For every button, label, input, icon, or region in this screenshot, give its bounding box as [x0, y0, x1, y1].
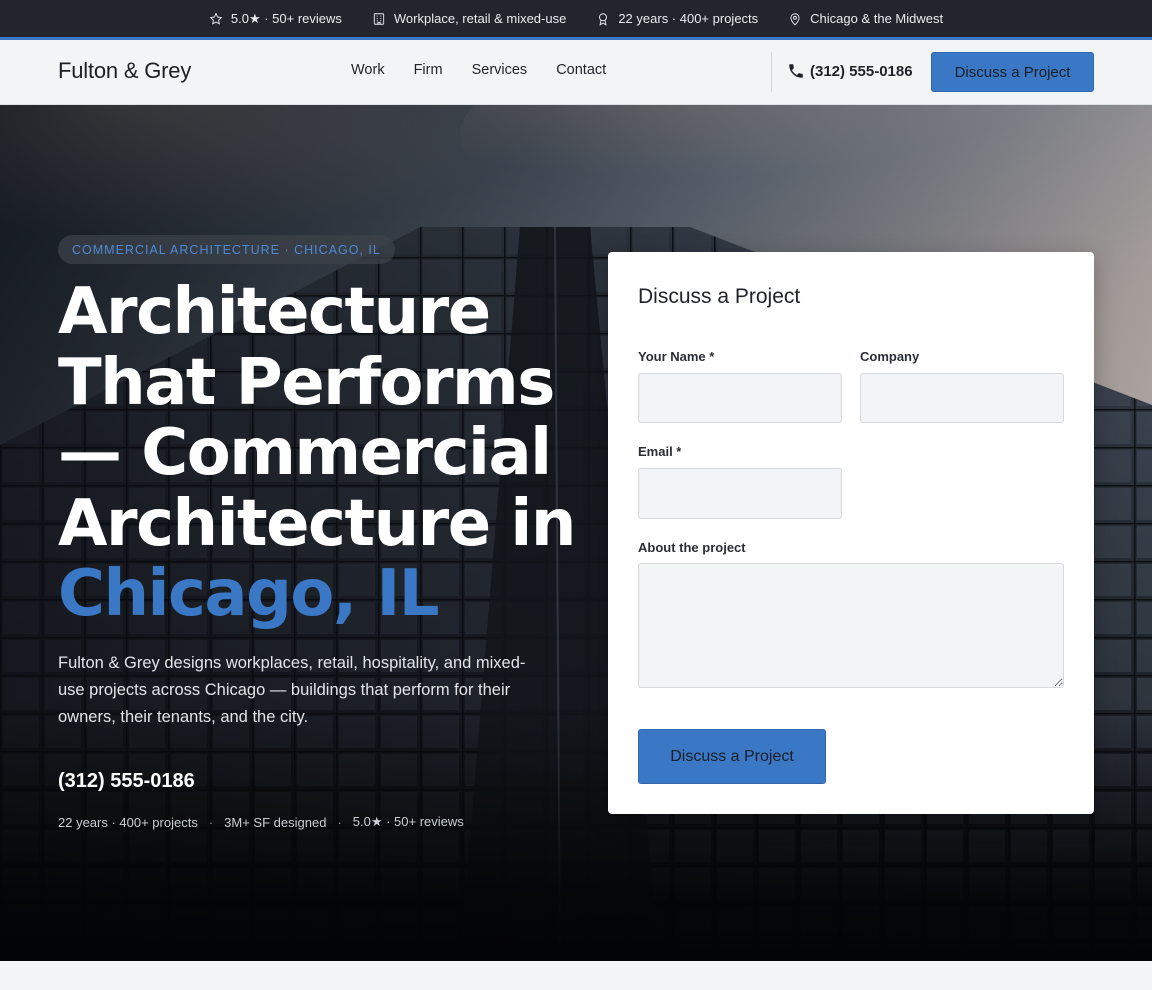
header-divider [771, 52, 772, 92]
nav-work[interactable]: Work [351, 62, 385, 78]
about-project-textarea[interactable] [638, 563, 1064, 688]
form-title: Discuss a Project [638, 285, 801, 308]
hero-eyebrow-badge: COMMERCIAL ARCHITECTURE · CHICAGO, IL [58, 235, 395, 264]
header-cta-button[interactable]: Discuss a Project [931, 52, 1094, 92]
star-icon [209, 12, 223, 25]
topbar-experience: 22 years · 400+ projects [596, 11, 758, 26]
about-project-label: About the project [638, 540, 746, 555]
topbar-location-text: Chicago & the Midwest [810, 11, 944, 26]
site-header: Fulton & Grey Work Firm Services Contact… [0, 40, 1152, 105]
name-label: Your Name * [638, 349, 715, 364]
nav-services[interactable]: Services [472, 62, 528, 78]
hero-headline: Architecture That Performs — Commercial … [58, 277, 618, 630]
main-nav: Work Firm Services Contact [351, 62, 635, 78]
form-submit-button[interactable]: Discuss a Project [638, 729, 826, 784]
hero-stat-square-footage: 3M+ SF designed [224, 814, 327, 830]
email-label: Email * [638, 444, 682, 459]
award-icon [599, 12, 608, 26]
topbar-location: Chicago & the Midwest [788, 11, 943, 26]
topbar-experience-text: 22 years · 400+ projects [618, 11, 759, 26]
hero-stat-experience: 22 years · 400+ projects [58, 814, 198, 830]
name-field[interactable] [638, 373, 842, 423]
site-logo[interactable]: Fulton & Grey [58, 58, 191, 84]
hero-stat-reviews: 5.0★ · 50+ reviews [352, 814, 464, 829]
header-phone-number: (312) 555-0186 [810, 62, 913, 80]
project-inquiry-form: Discuss a Project Your Name * Company Em… [608, 252, 1094, 814]
stat-separator: · [208, 814, 214, 830]
nav-firm[interactable]: Firm [414, 62, 443, 78]
hero-headline-main: Architecture That Performs — Commercial … [58, 275, 576, 561]
top-info-bar: 5.0★ · 50+ reviews Workplace, retail & m… [0, 0, 1152, 37]
hero-section: COMMERCIAL ARCHITECTURE · CHICAGO, IL Ar… [0, 105, 1152, 961]
hero-stats: 22 years · 400+ projects · 3M+ SF design… [58, 814, 464, 830]
hero-lede: Fulton & Grey designs workplaces, retail… [58, 654, 526, 726]
map-pin-icon [790, 12, 800, 25]
phone-icon [789, 64, 803, 78]
company-label: Company [860, 349, 920, 364]
hero-phone-link[interactable]: (312) 555-0186 [58, 770, 195, 793]
header-phone-link[interactable]: (312) 555-0186 [787, 62, 913, 80]
hero-headline-accent: Chicago, IL [58, 557, 440, 631]
nav-contact[interactable]: Contact [556, 62, 606, 78]
topbar-reviews-text: 5.0★ · 50+ reviews [230, 10, 342, 26]
topbar-specialties: Workplace, retail & mixed-use [372, 11, 566, 26]
stat-separator: · [337, 814, 342, 830]
email-field[interactable] [638, 468, 842, 519]
topbar-specialties-text: Workplace, retail & mixed-use [393, 11, 567, 26]
building-icon [373, 12, 385, 25]
topbar-reviews: 5.0★ · 50+ reviews [209, 11, 342, 27]
next-section-edge [0, 961, 1152, 990]
company-field[interactable] [860, 373, 1064, 423]
